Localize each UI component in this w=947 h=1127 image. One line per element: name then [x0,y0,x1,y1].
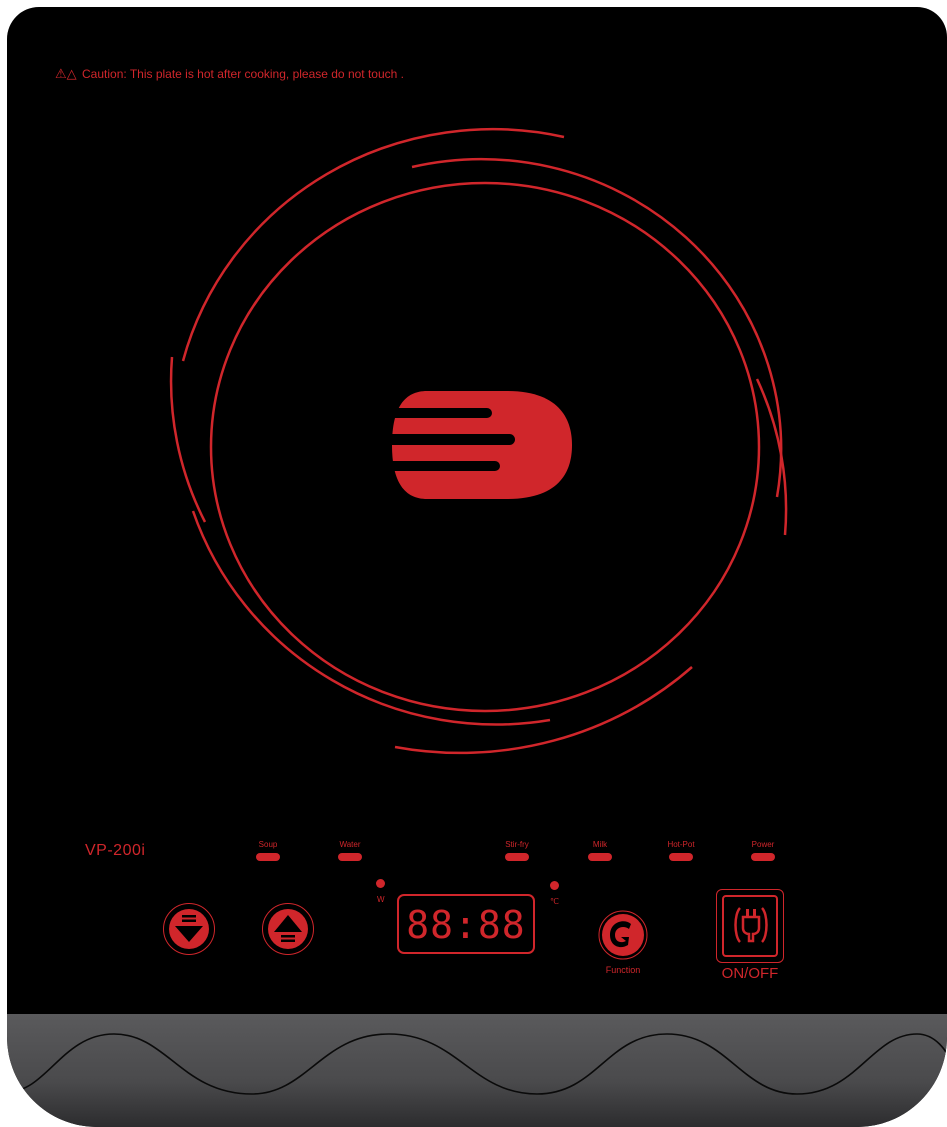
mode-label: Hot-Pot [667,840,695,849]
down-button[interactable] [163,903,215,955]
mode-label: Power [751,840,775,849]
mode-indicator-led [751,853,775,861]
mode-milk[interactable]: Milk [570,839,630,861]
mode-indicator-led [669,853,693,861]
induction-cooktop-panel: ⚠△ Caution: This plate is hot after cook… [7,7,947,1127]
mode-soup[interactable]: Soup [238,839,298,861]
up-button[interactable] [262,903,314,955]
watt-indicator-led [376,879,385,888]
mode-power[interactable]: Power [733,839,793,861]
display-readout: 88:88 [406,903,526,947]
arrow-down-icon [169,909,209,949]
mode-indicator-led [256,853,280,861]
heat-ring-arc-left [169,356,207,523]
watt-unit-label: W [377,895,385,904]
mode-hot-pot[interactable]: Hot-Pot [651,839,711,861]
led-display: 88:88 [397,894,535,954]
mode-label: Water [339,840,361,849]
model-name: VP-200i [85,842,146,859]
wave-pattern [7,1033,947,1095]
celsius-indicator-led [550,881,559,890]
function-button[interactable] [598,910,648,965]
power-label: ON/OFF [721,965,779,982]
heat-ring-arc-bottom-outer [394,666,693,755]
function-g-icon [598,910,648,960]
celsius-unit-label: ℃ [550,897,559,906]
mode-indicator-led [338,853,362,861]
mode-indicator-led [505,853,529,861]
bottom-trim [7,1014,947,1127]
mode-water[interactable]: Water [320,839,380,861]
wave-line [7,1033,947,1095]
heat-ring-arc-right [755,378,788,536]
mode-label: Milk [592,840,608,849]
function-label: Function [605,965,641,975]
mode-label: Stir-fry [505,840,529,849]
mode-stir-fry[interactable]: Stir-fry [487,839,547,861]
power-plug-icon [734,907,768,943]
heat-ring-arc-bottom [191,510,551,726]
arrow-up-icon [268,909,308,949]
mode-indicator-led [588,853,612,861]
cooking-zone-graphic [169,127,788,755]
mode-label: Soup [258,840,278,849]
power-button[interactable] [716,889,784,963]
brand-logo-icon [387,391,572,499]
